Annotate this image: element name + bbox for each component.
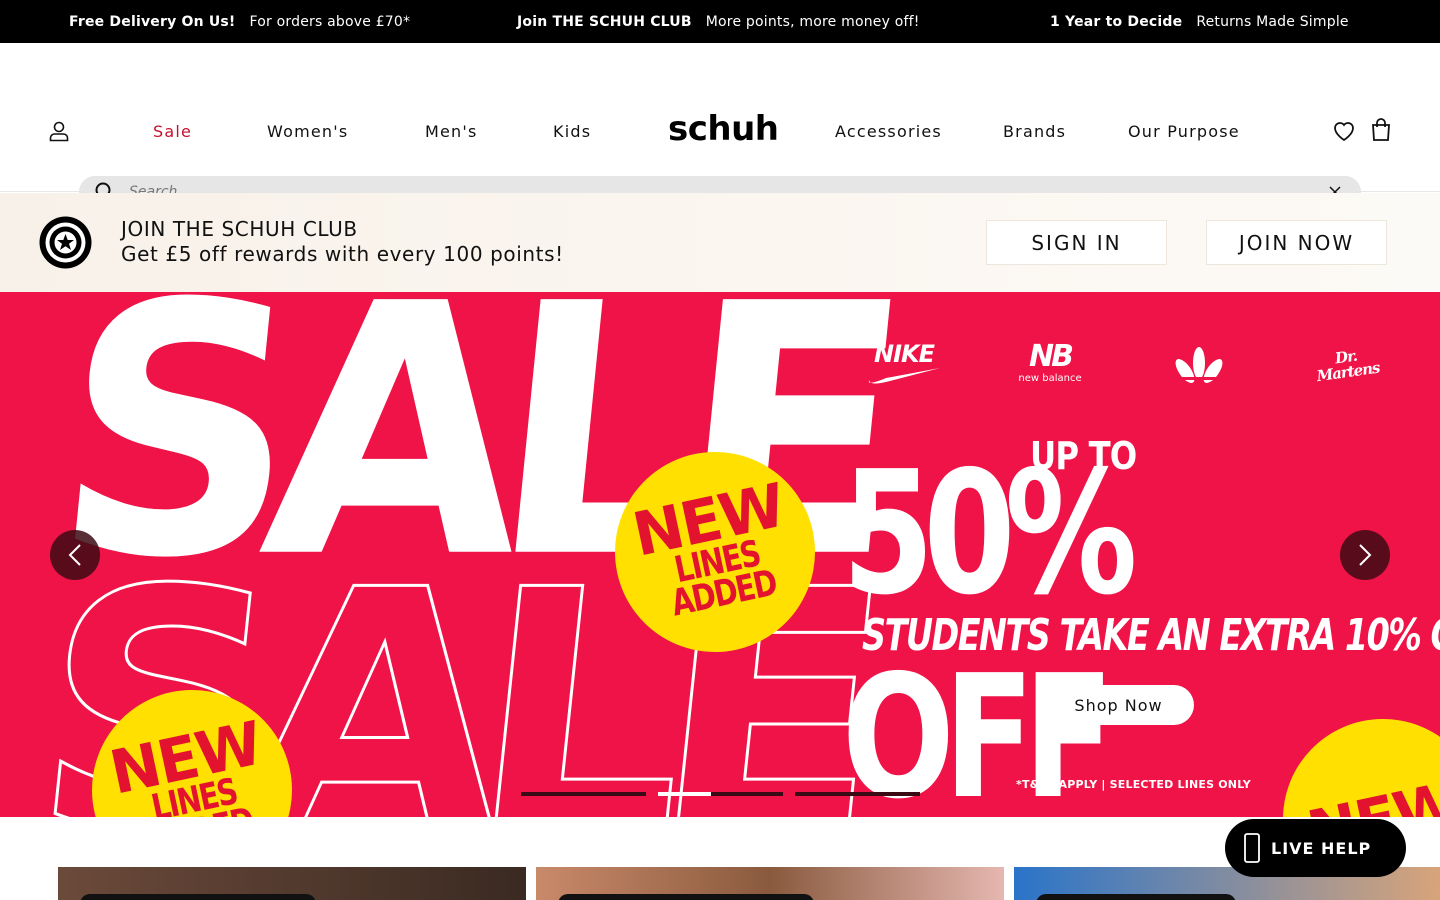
club-text: JOIN THE SCHUH CLUB Get £5 off rewards w… (121, 217, 564, 267)
promo-delivery[interactable]: Free Delivery On Us! For orders above £7… (69, 0, 410, 43)
chevron-left-icon (67, 543, 83, 567)
sign-in-button[interactable]: SIGN IN (986, 220, 1167, 265)
promo-returns-text: Returns Made Simple (1196, 13, 1349, 30)
nav-womens[interactable]: Women's (267, 103, 348, 159)
nav-kids[interactable]: Kids (553, 103, 591, 159)
carousel-next-button[interactable] (1340, 530, 1390, 580)
schuh-logo[interactable]: schuh (668, 109, 779, 149)
join-now-button[interactable]: JOIN NOW (1206, 220, 1387, 265)
carousel-indicators (521, 792, 920, 796)
site-header: Sale Women's Men's Kids Accessories Bran… (0, 43, 1440, 208)
nav-brands[interactable]: Brands (1003, 103, 1066, 159)
promo-club-title: Join THE SCHUH CLUB (517, 13, 692, 30)
nike-logo: NIKE (866, 342, 942, 387)
category-card-2[interactable] (536, 867, 1004, 900)
promo-bar: Free Delivery On Us! For orders above £7… (0, 0, 1440, 43)
phone-icon (1243, 833, 1261, 863)
heart-icon[interactable] (1330, 117, 1358, 145)
carousel-progress-fill (658, 792, 711, 796)
promo-club[interactable]: Join THE SCHUH CLUB More points, more mo… (517, 0, 920, 43)
dr-martens-logo: Dr. Martens (1315, 346, 1381, 386)
new-balance-logo: NB new balance (1018, 339, 1082, 384)
carousel-dot-3[interactable] (795, 792, 920, 796)
carousel-dot-1[interactable] (521, 792, 646, 796)
promo-club-text: More points, more money off! (705, 13, 920, 30)
promo-delivery-title: Free Delivery On Us! (69, 13, 236, 30)
adidas-logo (1166, 347, 1232, 392)
hero-carousel[interactable]: SALE SALE NEW LINES ADDED NEW LINES ADDE… (0, 292, 1440, 817)
club-banner: JOIN THE SCHUH CLUB Get £5 off rewards w… (0, 193, 1440, 292)
carousel-prev-button[interactable] (50, 530, 100, 580)
promo-returns[interactable]: 1 Year to Decide Returns Made Simple (1050, 0, 1349, 43)
hero-students-offer: STUDENTS TAKE AN EXTRA 10% OFF* (862, 610, 1440, 661)
club-star-icon (38, 215, 93, 274)
live-help-button[interactable]: LIVE HELP (1225, 819, 1406, 877)
promo-delivery-text: For orders above £70* (249, 13, 411, 30)
carousel-dot-2[interactable] (658, 792, 783, 796)
nav-sale[interactable]: Sale (153, 103, 192, 159)
promo-returns-title: 1 Year to Decide (1050, 13, 1183, 30)
category-cards (0, 867, 1440, 900)
nav-our-purpose[interactable]: Our Purpose (1128, 103, 1240, 159)
category-card-1[interactable] (58, 867, 526, 900)
club-subtitle: Get £5 off rewards with every 100 points… (121, 242, 564, 266)
shop-now-button[interactable]: Shop Now (1043, 685, 1194, 725)
shopping-bag-icon[interactable] (1367, 116, 1395, 144)
hero-terms: *T&Cs APPLY | SELECTED LINES ONLY (1016, 778, 1251, 791)
nav-mens[interactable]: Men's (425, 103, 478, 159)
chevron-right-icon (1357, 543, 1373, 567)
nav-accessories[interactable]: Accessories (835, 103, 942, 159)
club-title: JOIN THE SCHUH CLUB (121, 217, 358, 241)
live-help-label: LIVE HELP (1271, 838, 1372, 858)
